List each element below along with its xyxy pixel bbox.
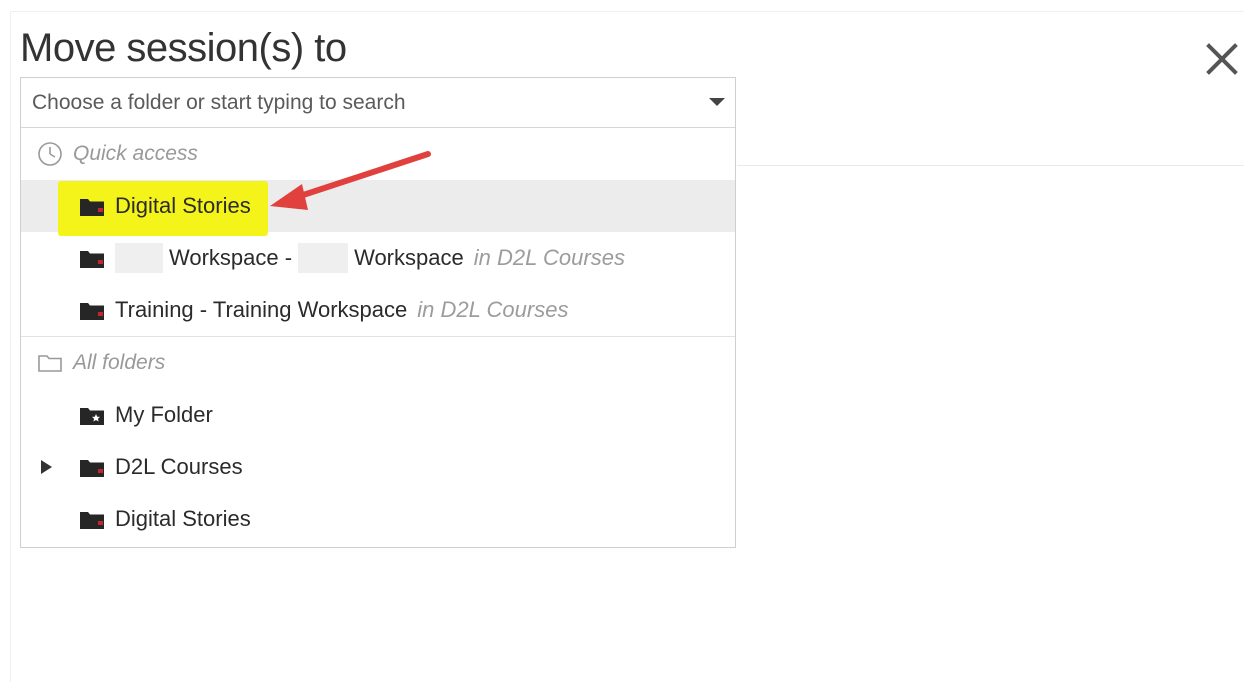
folder-name: Digital Stories	[115, 506, 251, 531]
folder-icon	[80, 250, 104, 268]
folder-icon	[80, 302, 104, 320]
quick-access-item-workspace[interactable]: Workspace - Workspace in D2L Courses	[21, 232, 735, 284]
folder-icon	[80, 511, 104, 529]
top-border	[10, 11, 1244, 12]
redacted-text	[115, 243, 163, 273]
expand-arrow-icon[interactable]	[41, 460, 52, 474]
folder-star-icon	[80, 407, 104, 425]
folder-outline-icon	[38, 355, 62, 372]
folder-name-part1: Workspace -	[169, 245, 293, 270]
folder-location: in D2L Courses	[417, 297, 569, 322]
folder-item-d2l-courses[interactable]: D2L Courses	[21, 441, 735, 493]
quick-access-label: Quick access	[73, 142, 198, 165]
content-divider	[737, 165, 1244, 166]
quick-access-item-digital-stories[interactable]: Digital Stories	[21, 180, 735, 236]
all-folders-header: All folders	[21, 337, 735, 389]
folder-name: Digital Stories	[115, 193, 251, 218]
dialog-title: Move session(s) to	[20, 26, 347, 70]
quick-access-header: Quick access	[21, 128, 735, 180]
folder-location: in D2L Courses	[473, 245, 625, 270]
folder-search	[21, 78, 735, 128]
folder-item-my-folder[interactable]: My Folder	[21, 389, 735, 441]
clock-icon	[38, 142, 62, 166]
close-icon	[1206, 43, 1238, 75]
folder-icon	[80, 198, 104, 216]
left-border	[10, 12, 11, 682]
folder-item-digital-stories[interactable]: Digital Stories	[21, 493, 735, 545]
folder-name: My Folder	[115, 402, 213, 427]
folder-name-part2: Workspace	[354, 245, 464, 270]
quick-access-item-training-workspace[interactable]: Training - Training Workspace in D2L Cou…	[21, 284, 735, 336]
redacted-text	[298, 243, 349, 273]
all-folders-label: All folders	[73, 351, 166, 374]
folder-name: D2L Courses	[115, 454, 243, 479]
folder-search-input[interactable]	[21, 78, 701, 127]
folder-name: Training - Training Workspace	[115, 297, 408, 322]
caret-down-icon[interactable]	[709, 98, 725, 106]
folder-icon	[80, 459, 104, 477]
close-button[interactable]	[1203, 40, 1241, 78]
folder-dropdown: Quick access Digital Stories Workspace -…	[20, 77, 736, 548]
